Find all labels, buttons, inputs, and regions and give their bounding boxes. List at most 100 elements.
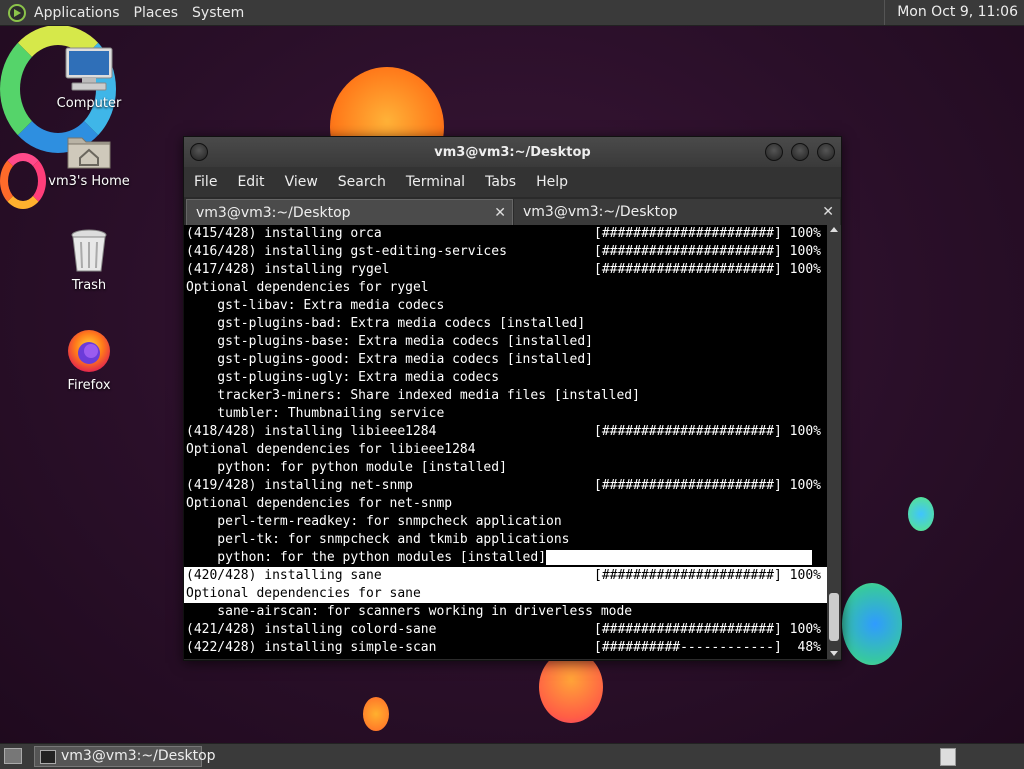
minimize-button[interactable] bbox=[765, 143, 783, 161]
menu-help[interactable]: Help bbox=[526, 174, 578, 190]
progress-bar-text: [######################] 100% bbox=[594, 244, 821, 259]
desktop-icon-home[interactable]: vm3's Home bbox=[44, 130, 134, 189]
computer-icon bbox=[65, 47, 113, 91]
tab-terminal-2[interactable]: vm3@vm3:~/Desktop ✕ bbox=[514, 199, 840, 225]
tab-bar: vm3@vm3:~/Desktop ✕ vm3@vm3:~/Desktop ✕ bbox=[184, 197, 841, 225]
terminal-line-text: (419/428) installing net-snmp bbox=[186, 478, 413, 493]
terminal-line-text: tracker3-miners: Share indexed media fil… bbox=[186, 388, 640, 403]
desktop-icon-computer[interactable]: Computer bbox=[44, 46, 134, 111]
terminal-line-text: (417/428) installing rygel bbox=[186, 262, 390, 277]
decorative-orange-blob-small bbox=[363, 697, 389, 731]
terminal-line: gst-libav: Extra media codecs bbox=[184, 297, 827, 315]
terminal-line-text: Optional dependencies for rygel bbox=[186, 280, 429, 295]
workspace-switcher[interactable] bbox=[940, 748, 956, 766]
scroll-down-arrow-icon[interactable] bbox=[830, 651, 838, 656]
terminal-line: gst-plugins-ugly: Extra media codecs bbox=[184, 369, 827, 387]
desktop-icon-label: Trash bbox=[71, 278, 107, 293]
terminal-line-text: perl-term-readkey: for snmpcheck applica… bbox=[186, 514, 562, 529]
tab-label: vm3@vm3:~/Desktop bbox=[196, 205, 351, 221]
menu-tabs[interactable]: Tabs bbox=[475, 174, 526, 190]
terminal-line: perl-tk: for snmpcheck and tkmib applica… bbox=[184, 531, 827, 549]
show-desktop-icon[interactable] bbox=[4, 748, 22, 764]
decorative-orange-ring bbox=[0, 153, 46, 209]
decorative-orange-blob-bottom bbox=[539, 651, 603, 723]
decorative-blue-blob bbox=[842, 583, 902, 665]
trash-icon bbox=[71, 229, 107, 272]
terminal-line-text: perl-tk: for snmpcheck and tkmib applica… bbox=[186, 532, 570, 547]
terminal-line-text: tumbler: Thumbnailing service bbox=[186, 406, 445, 421]
menu-system[interactable]: System bbox=[192, 5, 244, 21]
menu-edit[interactable]: Edit bbox=[227, 174, 274, 190]
progress-bar-text: [######################] 100% bbox=[594, 262, 821, 277]
progress-bar-text: [######################] 100% bbox=[594, 424, 821, 439]
tab-close-icon[interactable]: ✕ bbox=[822, 199, 834, 225]
window-title: vm3@vm3:~/Desktop bbox=[434, 145, 591, 160]
terminal-line-text: gst-plugins-base: Extra media codecs [in… bbox=[186, 334, 593, 349]
menu-terminal[interactable]: Terminal bbox=[396, 174, 475, 190]
scroll-up-arrow-icon[interactable] bbox=[830, 227, 838, 232]
menu-places[interactable]: Places bbox=[134, 5, 179, 21]
tab-terminal-1[interactable]: vm3@vm3:~/Desktop ✕ bbox=[186, 199, 513, 225]
window-titlebar[interactable]: vm3@vm3:~/Desktop bbox=[184, 137, 841, 167]
terminal-line-text: Optional dependencies for sane bbox=[186, 586, 421, 601]
menu-search[interactable]: Search bbox=[328, 174, 396, 190]
home-folder-icon bbox=[67, 137, 111, 169]
taskbar-window-label: vm3@vm3:~/Desktop bbox=[61, 748, 216, 764]
taskbar-window-button[interactable]: vm3@vm3:~/Desktop bbox=[34, 746, 216, 767]
terminal-line-text: (416/428) installing gst-editing-service… bbox=[186, 244, 507, 259]
terminal-line: (416/428) installing gst-editing-service… bbox=[184, 243, 827, 261]
terminal-output[interactable]: (415/428) installing orca [##############… bbox=[184, 225, 827, 659]
terminal-line: (422/428) installing simple-scan [#######… bbox=[184, 639, 827, 657]
terminal-line: Optional dependencies for libieee1284 bbox=[184, 441, 827, 459]
terminal-line-text: (415/428) installing orca bbox=[186, 226, 382, 241]
desktop-icon-label: Firefox bbox=[67, 378, 111, 393]
terminal-line: (419/428) installing net-snmp [##########… bbox=[184, 477, 827, 495]
progress-bar-text: [##########------------] 48% bbox=[594, 640, 821, 655]
terminal-line-text: gst-plugins-bad: Extra media codecs [ins… bbox=[186, 316, 586, 331]
terminal-line-text: (421/428) installing colord-sane bbox=[186, 622, 437, 637]
desktop-icon-label: Computer bbox=[56, 96, 122, 111]
desktop-icon-firefox[interactable]: Firefox bbox=[44, 326, 134, 393]
firefox-icon bbox=[68, 330, 110, 372]
terminal-icon bbox=[40, 750, 56, 764]
terminal-line: (417/428) installing rygel [#############… bbox=[184, 261, 827, 279]
terminal-line: (420/428) installing sane [##############… bbox=[184, 567, 827, 585]
terminal-menubar: File Edit View Search Terminal Tabs Help bbox=[184, 167, 841, 197]
terminal-line: python: for the python modules [installe… bbox=[184, 549, 827, 567]
desktop-icon-trash[interactable]: Trash bbox=[44, 228, 134, 293]
terminal-line: gst-plugins-base: Extra media codecs [in… bbox=[184, 333, 827, 351]
menu-applications[interactable]: Applications bbox=[34, 5, 120, 21]
menu-file[interactable]: File bbox=[184, 174, 227, 190]
terminal-line: (421/428) installing colord-sane [#######… bbox=[184, 621, 827, 639]
terminal-line-text: (418/428) installing libieee1284 bbox=[186, 424, 437, 439]
tab-label: vm3@vm3:~/Desktop bbox=[523, 204, 678, 220]
terminal-line: python: for python module [installed] bbox=[184, 459, 827, 477]
terminal-line-text: Optional dependencies for libieee1284 bbox=[186, 442, 476, 457]
progress-bar-text: [######################] 100% bbox=[594, 226, 821, 241]
menu-view[interactable]: View bbox=[275, 174, 328, 190]
terminal-line-text: gst-libav: Extra media codecs bbox=[186, 298, 445, 313]
terminal-line: gst-plugins-bad: Extra media codecs [ins… bbox=[184, 315, 827, 333]
terminal-scrollbar[interactable] bbox=[827, 225, 841, 659]
distro-logo-icon[interactable] bbox=[8, 3, 26, 22]
bottom-panel: vm3@vm3:~/Desktop bbox=[0, 743, 1024, 769]
terminal-line-text: gst-plugins-good: Extra media codecs [in… bbox=[186, 352, 593, 367]
terminal-line: (418/428) installing libieee1284 [#######… bbox=[184, 423, 827, 441]
terminal-line-text: (422/428) installing simple-scan bbox=[186, 640, 437, 655]
terminal-line: tracker3-miners: Share indexed media fil… bbox=[184, 387, 827, 405]
close-button[interactable] bbox=[817, 143, 835, 161]
terminal-line-text: python: for python module [installed] bbox=[186, 460, 507, 475]
progress-bar-text: [######################] 100% bbox=[594, 478, 821, 493]
clock[interactable]: Mon Oct 9, 11:06 bbox=[884, 0, 1024, 25]
terminal-line: perl-term-readkey: for snmpcheck applica… bbox=[184, 513, 827, 531]
terminal-line: gst-plugins-good: Extra media codecs [in… bbox=[184, 351, 827, 369]
terminal-line: Optional dependencies for rygel bbox=[184, 279, 827, 297]
terminal-line-text: gst-plugins-ugly: Extra media codecs bbox=[186, 370, 500, 385]
scrollbar-thumb[interactable] bbox=[829, 593, 839, 641]
terminal-line: tumbler: Thumbnailing service bbox=[184, 405, 827, 423]
maximize-button[interactable] bbox=[791, 143, 809, 161]
terminal-line-text: sane-airscan: for scanners working in dr… bbox=[186, 604, 633, 619]
top-panel: Applications Places System Mon Oct 9, 11… bbox=[0, 0, 1024, 26]
terminal-line: sane-airscan: for scanners working in dr… bbox=[184, 603, 827, 621]
tab-close-icon[interactable]: ✕ bbox=[494, 200, 506, 226]
